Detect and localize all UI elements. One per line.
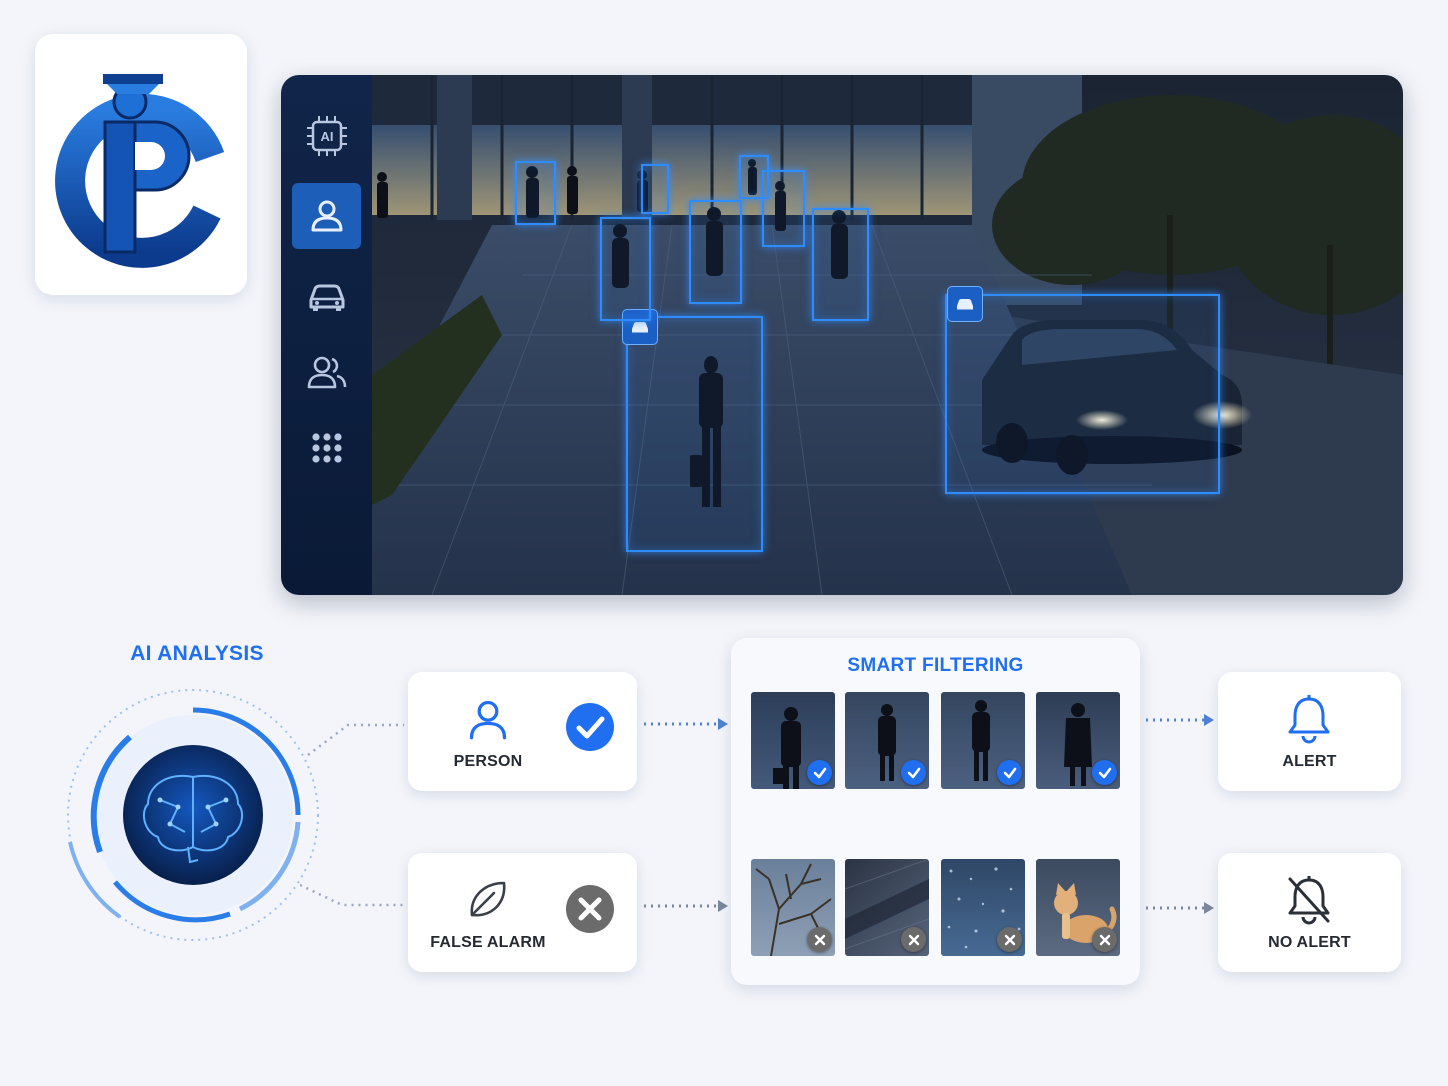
pc-guard-logo-icon (55, 74, 225, 268)
rejected-thumb-1[interactable] (751, 859, 835, 956)
detection-box-person-1[interactable] (626, 316, 763, 552)
arrow-person-to-filter (644, 718, 728, 730)
bell-off-icon (1288, 876, 1330, 925)
false-alarm-card[interactable]: FALSE ALARM (408, 853, 637, 972)
x-icon (997, 927, 1022, 952)
accepted-thumb-4[interactable] (1036, 692, 1120, 789)
ai-analysis-title: AI ANALYSIS (130, 642, 264, 665)
x-icon (901, 927, 926, 952)
smart-filtering-title: SMART FILTERING (847, 655, 1024, 676)
sidebar-item-apps[interactable] (292, 415, 361, 481)
accepted-thumb-1[interactable] (751, 692, 835, 789)
group-icon (307, 356, 346, 389)
ai-chip-icon: AI (306, 116, 347, 156)
car-icon (309, 284, 344, 311)
bell-icon (1288, 695, 1330, 744)
arrow-false-alarm-to-filter (644, 900, 728, 912)
detection-box-person-2[interactable] (689, 200, 742, 304)
detection-box-person-6[interactable] (515, 161, 556, 225)
x-icon (807, 927, 832, 952)
camera-sidebar: AI (281, 75, 372, 595)
rejected-thumb-2[interactable] (845, 859, 929, 956)
surveillance-scene (372, 75, 1403, 595)
sidebar-item-person[interactable] (292, 183, 361, 249)
arrow-filter-to-no-alert (1146, 902, 1214, 914)
detection-box-vehicle[interactable] (945, 294, 1220, 494)
detection-tag-vehicle-2[interactable] (947, 286, 983, 322)
leaf-icon (470, 881, 506, 917)
check-icon (807, 760, 832, 785)
check-icon (566, 703, 614, 751)
car-icon (957, 299, 973, 310)
sidebar-item-group[interactable] (292, 339, 361, 405)
detection-box-person-8[interactable] (739, 155, 769, 199)
accepted-thumb-3[interactable] (941, 692, 1025, 789)
rejected-thumb-3[interactable] (941, 859, 1025, 956)
sidebar-item-vehicle[interactable] (292, 263, 361, 329)
no-alert-label: NO ALERT (1268, 934, 1351, 951)
false-alarm-label: FALSE ALARM (430, 934, 546, 951)
detection-box-person-7[interactable] (641, 164, 669, 214)
ai-brain-graphic (67, 689, 319, 941)
accepted-thumb-2[interactable] (845, 692, 929, 789)
ai-chip-label: AI (320, 129, 333, 144)
check-icon (1092, 760, 1117, 785)
check-icon (997, 760, 1022, 785)
person-label: PERSON (453, 753, 523, 770)
alert-card[interactable]: ALERT (1218, 672, 1401, 791)
person-card[interactable]: PERSON (408, 672, 637, 791)
logo-card (35, 34, 247, 295)
x-icon (566, 885, 614, 933)
no-alert-card[interactable]: NO ALERT (1218, 853, 1401, 972)
person-icon (469, 700, 507, 740)
camera-view-panel: AI (281, 75, 1403, 595)
x-icon (1092, 927, 1117, 952)
person-icon (311, 200, 342, 232)
arrow-filter-to-alert (1146, 714, 1214, 726)
grid-menu-icon (311, 433, 342, 463)
rejected-thumb-4[interactable] (1036, 859, 1120, 956)
detection-box-person-4[interactable] (812, 208, 869, 321)
sidebar-item-ai[interactable]: AI (292, 103, 361, 169)
smart-filtering-panel: SMART FILTERING (731, 638, 1140, 985)
connector-lines (300, 723, 404, 907)
detection-box-person-3[interactable] (600, 217, 651, 321)
alert-label: ALERT (1282, 753, 1337, 770)
check-icon (901, 760, 926, 785)
